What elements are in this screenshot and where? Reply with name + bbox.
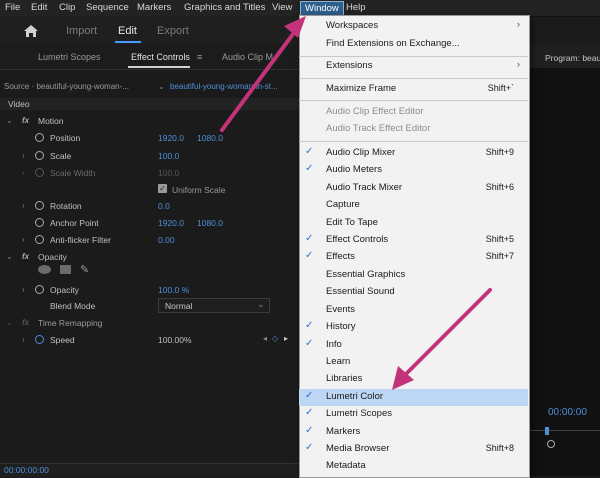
arrow-to-window-menu <box>220 16 306 132</box>
arrow-to-lumetri-color <box>392 288 492 390</box>
annotation-arrows <box>220 16 492 390</box>
